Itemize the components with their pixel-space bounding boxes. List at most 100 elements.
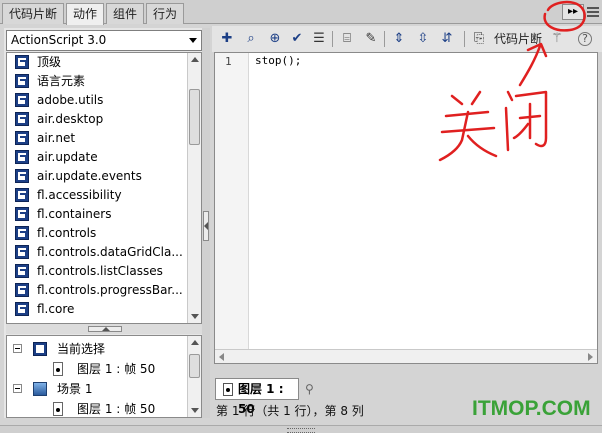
check-syntax-icon[interactable]: ✔: [288, 30, 306, 48]
list-item[interactable]: fl.controls: [7, 224, 201, 243]
list-item[interactable]: fl.containers: [7, 205, 201, 224]
list-item[interactable]: 顶级: [7, 53, 201, 72]
list-item-label: fl.containers: [37, 207, 112, 221]
list-item-label: 语言元素: [37, 74, 86, 88]
panel-vertical-splitter[interactable]: [202, 28, 210, 418]
resize-grip[interactable]: [0, 425, 602, 433]
action-book-icon: [15, 131, 29, 145]
wand-icon[interactable]: ⚚: [548, 30, 566, 48]
list-item[interactable]: fl.controls.listClasses: [7, 262, 201, 281]
snippets-icon: ⎘: [474, 31, 485, 46]
debug-options-icon[interactable]: ✎: [362, 30, 380, 48]
action-book-icon: [15, 264, 29, 278]
expand-all-icon[interactable]: ⇵: [438, 30, 456, 48]
tree-item-scene-frame[interactable]: 图层 1 : 帧 50: [7, 399, 187, 417]
collapse-up-icon[interactable]: [88, 326, 122, 332]
tree-label: 图层 1 : 帧 50: [77, 362, 156, 376]
collapse-selection-icon[interactable]: ⇳: [414, 30, 432, 48]
frame-script-icon: [53, 362, 63, 376]
toolbar-divider: [464, 31, 465, 47]
script-editor[interactable]: 1 stop();: [214, 52, 598, 364]
collapse-left-icon[interactable]: [203, 211, 209, 241]
list-item[interactable]: fl.controls.progressBar...: [7, 281, 201, 300]
list-item-label: 顶级: [37, 55, 62, 69]
status-bar: 第 1 行（共 1 行），第 8 列: [216, 404, 364, 418]
language-select[interactable]: ActionScript 3.0: [6, 30, 202, 51]
panel-menu-icon[interactable]: [587, 5, 599, 19]
pin-icon[interactable]: ⚲: [305, 382, 314, 396]
auto-format-icon[interactable]: ☰: [310, 30, 328, 48]
code-snippets-button[interactable]: ⎘ 代码片断: [474, 30, 542, 48]
action-book-icon: [15, 188, 29, 202]
line-number: 1: [225, 55, 232, 68]
tab-behaviors[interactable]: 行为: [146, 3, 185, 24]
list-item-label: adobe.utils: [37, 93, 104, 107]
tree-label: 当前选择: [57, 342, 106, 356]
action-book-icon: [15, 226, 29, 240]
tree-item-current-frame[interactable]: 图层 1 : 帧 50: [7, 359, 187, 379]
list-item-label: air.update: [37, 150, 98, 164]
code-line[interactable]: stop();: [255, 54, 301, 67]
frame-script-icon: [53, 402, 63, 416]
action-book-icon: [15, 55, 29, 69]
code-hint-icon[interactable]: ⌸: [338, 30, 356, 48]
tree-item-current-selection[interactable]: 当前选择: [7, 339, 187, 359]
help-icon[interactable]: ?: [578, 32, 592, 46]
scroll-thumb[interactable]: [189, 89, 200, 145]
action-book-icon: [15, 112, 29, 126]
action-book-icon: [15, 283, 29, 297]
list-item-label: fl.controls: [37, 226, 97, 240]
list-item-label: fl.accessibility: [37, 188, 122, 202]
collapse-panel-button[interactable]: ▸▸: [562, 4, 584, 20]
scroll-up-icon[interactable]: [191, 57, 199, 62]
list-item[interactable]: fl.core: [7, 300, 201, 319]
scroll-right-icon[interactable]: [588, 353, 593, 361]
actions-toolbox: ActionScript 3.0 顶级语言元素 adobe.utils air.de…: [4, 28, 202, 418]
language-select-value: ActionScript 3.0: [11, 33, 107, 47]
site-watermark: ITMOP.COM: [472, 397, 591, 420]
toolbox-splitter[interactable]: [6, 324, 202, 334]
tree-item-scene[interactable]: 场景 1: [7, 379, 187, 399]
list-item[interactable]: fl.controls.dataGridCla...: [7, 243, 201, 262]
editor-horizontal-scrollbar[interactable]: [215, 349, 597, 363]
list-item[interactable]: fl.accessibility: [7, 186, 201, 205]
find-icon[interactable]: ⌕: [242, 30, 260, 48]
collapse-between-icon[interactable]: ⇕: [390, 30, 408, 48]
line-number-gutter: 1: [215, 53, 249, 350]
action-library-list: 顶级语言元素 adobe.utils air.desktop air.net air.u…: [6, 52, 202, 324]
scroll-thumb[interactable]: [189, 354, 200, 378]
collapse-toggle-icon[interactable]: [13, 384, 22, 393]
navigator-scrollbar[interactable]: [187, 336, 201, 417]
add-icon[interactable]: ✚: [218, 30, 236, 48]
list-item[interactable]: adobe.utils: [7, 91, 201, 110]
scroll-left-icon[interactable]: [219, 353, 224, 361]
toolbar-divider: [384, 31, 385, 47]
scroll-up-icon[interactable]: [191, 340, 199, 345]
tab-actions[interactable]: 动作: [66, 3, 105, 25]
scroll-down-icon[interactable]: [191, 314, 199, 319]
code-snippets-label: 代码片断: [494, 32, 543, 46]
current-selection-icon: [33, 342, 47, 356]
list-item-label: air.update.events: [37, 169, 142, 183]
collapse-toggle-icon[interactable]: [13, 344, 22, 353]
panel-tab-bar: 代码片断 动作 组件 行为 ▸▸: [0, 0, 602, 25]
list-item[interactable]: air.desktop: [7, 110, 201, 129]
toolbar-divider: [332, 31, 333, 47]
tab-components[interactable]: 组件: [106, 3, 145, 24]
tab-code-snippets[interactable]: 代码片断: [2, 3, 65, 24]
tree-label: 图层 1 : 帧 50: [77, 402, 156, 416]
frame-script-icon: [223, 383, 233, 396]
list-item-label: fl.core: [37, 302, 75, 316]
script-tab-layer1-frame50[interactable]: 图层 1 : 50: [215, 378, 299, 416]
scroll-down-icon[interactable]: [191, 408, 199, 413]
list-item[interactable]: 语言元素: [7, 72, 201, 91]
library-scrollbar[interactable]: [187, 53, 201, 323]
list-item[interactable]: air.update.events: [7, 167, 201, 186]
tree-label: 场景 1: [57, 382, 93, 396]
list-item[interactable]: air.update: [7, 148, 201, 167]
script-navigator: 当前选择 图层 1 : 帧 50 场景 1 图层 1 : 帧 50: [6, 335, 202, 418]
chevron-down-icon: [189, 38, 197, 43]
list-item[interactable]: air.net: [7, 129, 201, 148]
target-icon[interactable]: ⊕: [266, 30, 284, 48]
list-item-label: fl.controls.dataGridCla...: [37, 245, 183, 259]
